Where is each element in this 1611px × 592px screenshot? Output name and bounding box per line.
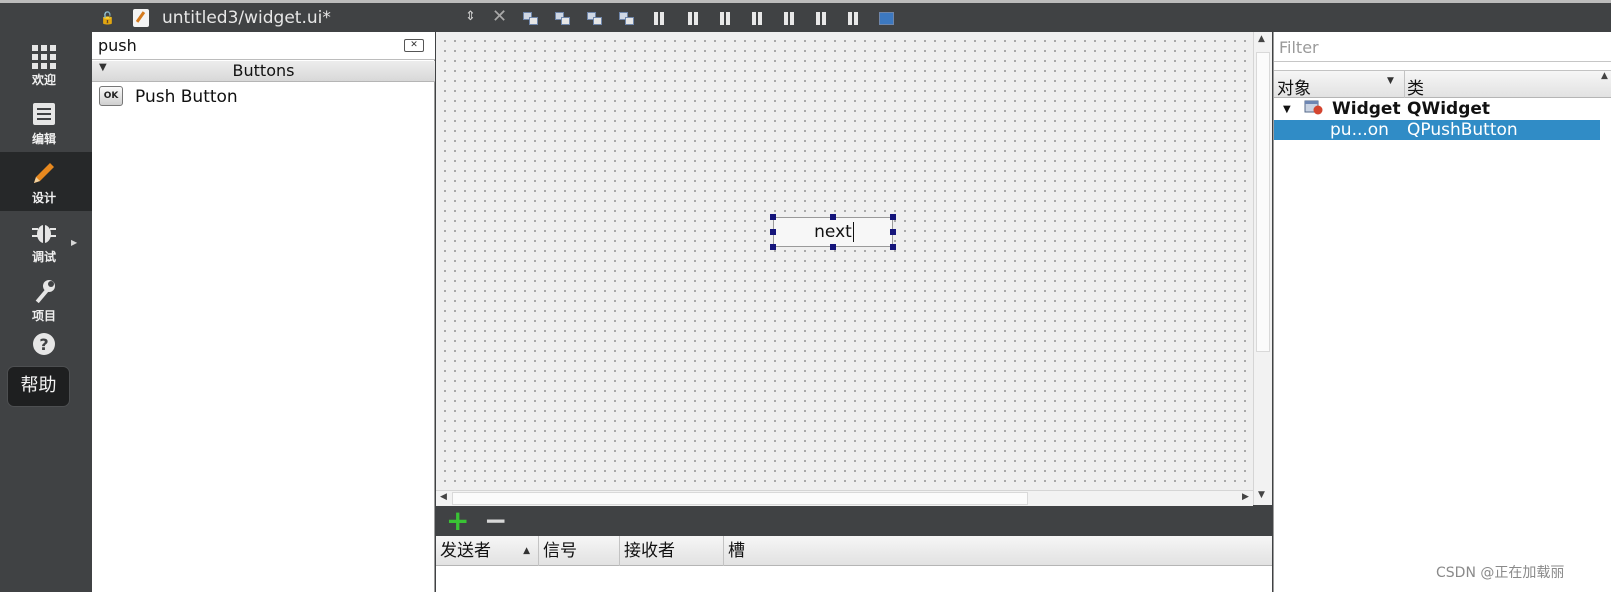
- tree-row-pushbutton[interactable]: pu...on QPushButton: [1274, 120, 1600, 140]
- mode-help[interactable]: ?: [0, 329, 92, 363]
- signal-slot-table[interactable]: 发送者 ▲ 信号 接收者 槽: [436, 536, 1272, 592]
- scroll-down-icon[interactable]: ▼: [1258, 490, 1265, 500]
- object-name: Widget: [1332, 99, 1401, 119]
- scrollbar-thumb[interactable]: [1256, 52, 1270, 352]
- widget-filter-input[interactable]: push ✕: [92, 32, 435, 60]
- resize-handle[interactable]: [770, 214, 776, 220]
- resize-handle[interactable]: [830, 214, 836, 220]
- resize-handle[interactable]: [770, 229, 776, 235]
- layout-vertical-splitter-icon[interactable]: [750, 11, 768, 27]
- clear-filter-icon[interactable]: ✕: [404, 39, 424, 52]
- edit-tab-order-icon[interactable]: [618, 11, 636, 27]
- object-class: QWidget: [1407, 99, 1491, 119]
- column-signal[interactable]: 信号: [539, 536, 620, 566]
- form-canvas[interactable]: [436, 32, 1272, 505]
- signal-slot-header: 发送者 ▲ 信号 接收者 槽: [436, 536, 1272, 566]
- resize-handle[interactable]: [830, 244, 836, 250]
- design-pencil-icon: [30, 161, 58, 187]
- mode-design[interactable]: 设计: [0, 152, 92, 211]
- object-tree-header: 对象 ▼ 类 ▲: [1274, 70, 1611, 99]
- object-inspector: Filter 对象 ▼ 类 ▲ ▼ Widget QWidget pu...on…: [1273, 32, 1611, 592]
- debug-bug-icon: [30, 220, 58, 246]
- help-tooltip: 帮助: [7, 366, 70, 407]
- mode-label: 项目: [31, 309, 56, 323]
- widget-item-label: Push Button: [135, 87, 238, 107]
- push-button-text[interactable]: next: [774, 222, 892, 242]
- widget-item-push-button[interactable]: OK Push Button: [92, 83, 435, 111]
- watermark: CSDN @正在加载丽: [1436, 565, 1565, 581]
- mode-selector: 欢迎 编辑 设计 ▶ 调试 项目 ?: [0, 32, 92, 592]
- signal-slot-toolbar: + −: [436, 506, 1272, 536]
- mode-label: 设计: [31, 191, 56, 205]
- help-question-icon: ?: [30, 331, 58, 357]
- open-documents-dropdown-icon[interactable]: ⇕: [465, 9, 476, 24]
- object-filter-input[interactable]: Filter: [1274, 34, 1611, 62]
- debug-mode-menu-arrow-icon[interactable]: ▶: [71, 238, 77, 247]
- column-class[interactable]: 类: [1407, 74, 1424, 99]
- edit-signals-slots-icon[interactable]: [554, 11, 572, 27]
- category-label: Buttons: [232, 61, 295, 80]
- mode-label: 欢迎: [31, 73, 56, 87]
- remove-connection-icon[interactable]: −: [484, 507, 507, 535]
- add-connection-icon[interactable]: +: [446, 507, 469, 535]
- projects-wrench-icon: [30, 279, 58, 305]
- object-class: QPushButton: [1407, 120, 1518, 140]
- lock-icon[interactable]: 🔓: [100, 11, 115, 25]
- resize-handle[interactable]: [890, 214, 896, 220]
- mode-label: 编辑: [31, 132, 56, 146]
- mode-edit[interactable]: 编辑: [0, 93, 92, 152]
- close-document-icon[interactable]: ✕: [492, 6, 507, 27]
- scroll-up-icon[interactable]: ▲: [1258, 34, 1265, 44]
- canvas-vertical-scrollbar[interactable]: ▲ ▼: [1253, 32, 1272, 505]
- edit-widgets-icon[interactable]: [522, 11, 540, 27]
- mode-label: 调试: [31, 250, 56, 264]
- widget-filter-value: push: [98, 36, 137, 55]
- mode-debug[interactable]: ▶ 调试: [0, 211, 92, 270]
- editor-toolbar: 🔓 untitled3/widget.ui* ⇕ ✕: [0, 0, 1611, 32]
- expand-arrow-icon[interactable]: ▼: [1283, 99, 1291, 120]
- edit-buddies-icon[interactable]: [586, 11, 604, 27]
- scroll-up-icon[interactable]: ▲: [1601, 71, 1608, 81]
- column-object[interactable]: 对象: [1277, 74, 1311, 99]
- ui-file-icon: [133, 9, 149, 27]
- document-title[interactable]: untitled3/widget.ui*: [162, 8, 331, 28]
- object-name: pu...on: [1330, 120, 1389, 140]
- canvas-horizontal-scrollbar[interactable]: ◀ ▶: [436, 490, 1253, 506]
- sort-descending-icon: ▼: [1387, 76, 1394, 86]
- scrollbar-thumb[interactable]: [452, 492, 1028, 505]
- tree-row-widget[interactable]: ▼ Widget QWidget: [1274, 99, 1600, 120]
- layout-horizontal-icon[interactable]: [652, 11, 670, 27]
- resize-handle[interactable]: [890, 229, 896, 235]
- text-cursor: [853, 222, 854, 242]
- mode-welcome[interactable]: 欢迎: [0, 34, 92, 93]
- welcome-grid-icon: [30, 43, 58, 69]
- filter-placeholder: Filter: [1279, 38, 1319, 57]
- resize-handle[interactable]: [770, 244, 776, 250]
- scroll-left-icon[interactable]: ◀: [440, 492, 447, 502]
- layout-horizontal-splitter-icon[interactable]: [718, 11, 736, 27]
- svg-text:?: ?: [39, 335, 48, 354]
- form-widget-icon: [1304, 99, 1323, 115]
- column-receiver[interactable]: 接收者: [620, 536, 724, 566]
- column-sender[interactable]: 发送者 ▲: [436, 536, 539, 566]
- category-header-buttons[interactable]: ▼ Buttons: [92, 61, 435, 82]
- resize-handle[interactable]: [890, 244, 896, 250]
- layout-form-icon[interactable]: [782, 11, 800, 27]
- sort-ascending-icon: ▲: [523, 546, 530, 556]
- adjust-size-icon[interactable]: [878, 11, 896, 27]
- layout-vertical-icon[interactable]: [686, 11, 704, 27]
- mode-projects[interactable]: 项目: [0, 270, 92, 329]
- selected-push-button[interactable]: next: [773, 217, 893, 247]
- edit-document-icon: [30, 102, 58, 128]
- push-button-icon: OK: [99, 86, 123, 106]
- column-slot[interactable]: 槽: [724, 536, 1272, 566]
- widget-box-panel: push ✕ ▼ Buttons OK Push Button: [92, 32, 435, 592]
- break-layout-icon[interactable]: [846, 11, 864, 27]
- layout-grid-icon[interactable]: [814, 11, 832, 27]
- scroll-right-icon[interactable]: ▶: [1242, 492, 1249, 502]
